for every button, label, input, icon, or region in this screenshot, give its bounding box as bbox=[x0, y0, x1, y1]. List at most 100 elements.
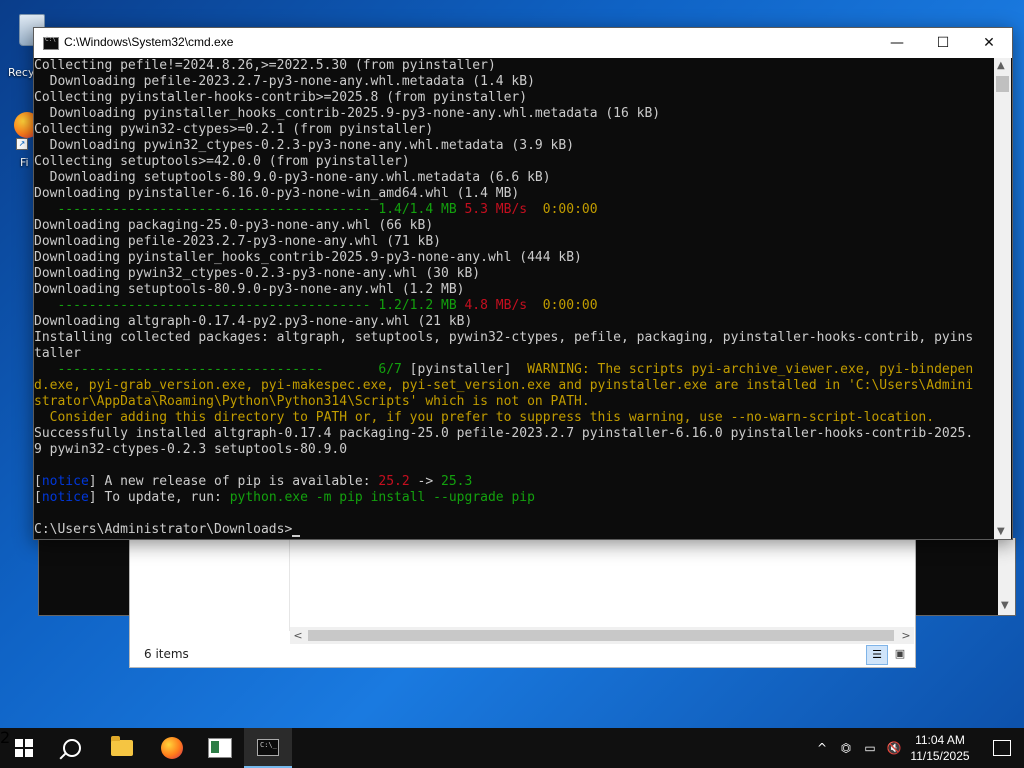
console-text: Downloading setuptools-80.9.0-py3-none-a… bbox=[34, 282, 465, 297]
window-title: C:\Windows\System32\cmd.exe bbox=[64, 35, 234, 49]
scroll-down-arrow-icon[interactable]: ▼ bbox=[1001, 600, 1009, 611]
windows-logo-icon bbox=[15, 739, 33, 757]
console-text: 25.2 bbox=[378, 474, 410, 489]
firefox-desktop-label: Fi bbox=[20, 156, 29, 169]
console-text: 4.8 MB/s bbox=[464, 298, 528, 313]
console-text: Downloading pyinstaller-6.16.0-py3-none-… bbox=[34, 186, 520, 201]
scroll-up-arrow-icon[interactable]: ▲ bbox=[997, 60, 1005, 71]
taskbar-app[interactable] bbox=[196, 728, 244, 768]
console-line: Downloading pyinstaller_hooks_contrib-20… bbox=[34, 250, 994, 266]
console-line: Downloading setuptools-80.9.0-py3-none-a… bbox=[34, 170, 994, 186]
console-line: Downloading altgraph-0.17.4-py2.py3-none… bbox=[34, 314, 994, 330]
console-text: C:\Users\Administrator\Downloads> bbox=[34, 522, 293, 537]
console-text: 5.3 MB/s bbox=[464, 202, 528, 217]
search-icon bbox=[63, 739, 81, 757]
taskbar-file-explorer[interactable] bbox=[98, 728, 146, 768]
console-text: ---------------------------------------- bbox=[34, 298, 379, 313]
item-count-status: 6 items bbox=[144, 647, 189, 661]
details-view-icon[interactable]: ☰ bbox=[866, 645, 888, 665]
console-line: ---------------------------------- 6/7 [… bbox=[34, 362, 994, 378]
console-text: Collecting pyinstaller-hooks-contrib>=20… bbox=[34, 90, 528, 105]
console-text: ---------------------------------- bbox=[34, 362, 379, 377]
console-line: Collecting pywin32-ctypes>=0.2.1 (from p… bbox=[34, 122, 994, 138]
console-text: notice bbox=[41, 490, 89, 505]
console-line: [notice] A new release of pip is availab… bbox=[34, 474, 994, 490]
close-button[interactable]: ✕ bbox=[966, 28, 1012, 58]
cmd-app-icon[interactable] bbox=[43, 36, 59, 50]
console-text: Downloading pywin32_ctypes-0.2.3-py3-non… bbox=[34, 266, 481, 281]
background-console-window-right: ▼ bbox=[914, 538, 1016, 616]
console-line: Downloading setuptools-80.9.0-py3-none-a… bbox=[34, 282, 994, 298]
console-text: 6/7 bbox=[378, 362, 402, 377]
cmd-icon: C:\_ bbox=[257, 738, 279, 756]
console-text: notice bbox=[41, 474, 89, 489]
console-text: [ bbox=[34, 490, 42, 505]
notification-icon bbox=[993, 740, 1011, 756]
console-text: Successfully installed altgraph-0.17.4 p… bbox=[34, 426, 974, 441]
minimize-button[interactable]: — bbox=[874, 28, 920, 58]
console-line: strator\AppData\Roaming\Python\Python314… bbox=[34, 394, 994, 410]
cmd-titlebar[interactable]: C:\Windows\System32\cmd.exe — ☐ ✕ bbox=[34, 28, 1012, 58]
console-line: Downloading pywin32_ctypes-0.2.3-py3-non… bbox=[34, 266, 994, 282]
volume-muted-icon[interactable]: 🔇 bbox=[884, 728, 904, 768]
action-center-button[interactable] bbox=[982, 728, 1022, 768]
console-line: Downloading pyinstaller-6.16.0-py3-none-… bbox=[34, 186, 994, 202]
console-text: Downloading pywin32_ctypes-0.2.3-py3-non… bbox=[34, 138, 575, 153]
console-text: 25.3 bbox=[441, 474, 473, 489]
console-text: python.exe -m pip install --upgrade pip bbox=[229, 490, 535, 505]
console-text: 1.4/1.4 MB bbox=[378, 202, 457, 217]
background-scrollbar[interactable]: ▼ bbox=[998, 538, 1015, 615]
background-console-window bbox=[38, 538, 130, 616]
navigation-pane bbox=[130, 539, 290, 631]
console-scroll-thumb[interactable] bbox=[996, 76, 1009, 92]
search-button[interactable] bbox=[48, 728, 96, 768]
clock[interactable]: 11:04 AM 11/15/2025 bbox=[906, 732, 974, 764]
console-text: Downloading pyinstaller_hooks_contrib-20… bbox=[34, 250, 582, 265]
console-line: Downloading pefile-2023.2.7-py3-none-any… bbox=[34, 74, 994, 90]
console-text: ] To update, run: bbox=[88, 490, 230, 505]
console-text: ] A new release of pip is available: bbox=[88, 474, 379, 489]
large-icons-view-icon[interactable]: ▣ bbox=[890, 645, 910, 663]
console-vertical-scrollbar[interactable]: ▲ ▼ bbox=[994, 58, 1011, 539]
taskbar-cmd[interactable]: C:\_ bbox=[244, 728, 292, 768]
scroll-left-button[interactable]: < bbox=[290, 627, 306, 644]
scroll-right-button[interactable]: > bbox=[898, 627, 914, 644]
taskbar: C:\_ ^ ⏣ ▭ 🔇 11:04 AM 11/15/2025 2 bbox=[0, 728, 1024, 768]
horizontal-scrollbar[interactable]: < > bbox=[290, 627, 914, 644]
firefox-icon bbox=[161, 737, 183, 759]
console-text: Collecting pywin32-ctypes>=0.2.1 (from p… bbox=[34, 122, 434, 137]
console-text: WARNING: The scripts pyi-archive_viewer.… bbox=[527, 362, 974, 377]
console-line: Consider adding this directory to PATH o… bbox=[34, 410, 994, 426]
console-line: Downloading pefile-2023.2.7-py3-none-any… bbox=[34, 234, 994, 250]
cmd-window: C:\Windows\System32\cmd.exe — ☐ ✕ Collec… bbox=[33, 27, 1013, 540]
console-text: 0:00:00 bbox=[542, 202, 598, 217]
console-text: ---------------------------------------- bbox=[34, 202, 379, 217]
folder-icon bbox=[111, 736, 133, 756]
console-line: [notice] To update, run: python.exe -m p… bbox=[34, 490, 994, 506]
console-text: Downloading altgraph-0.17.4-py2.py3-none… bbox=[34, 314, 473, 329]
scroll-down-arrow-icon[interactable]: ▼ bbox=[997, 526, 1005, 537]
recycle-bin-label: Recy bbox=[8, 66, 35, 79]
console-text: strator\AppData\Roaming\Python\Python314… bbox=[34, 394, 590, 409]
console-output[interactable]: Collecting pefile!=2024.8.26,>=2022.5.30… bbox=[34, 58, 994, 539]
console-line: ----------------------------------------… bbox=[34, 202, 994, 218]
app-icon bbox=[208, 738, 232, 758]
maximize-button[interactable]: ☐ bbox=[920, 28, 966, 58]
console-line: Collecting pefile!=2024.8.26,>=2022.5.30… bbox=[34, 58, 994, 74]
network-icon[interactable]: ▭ bbox=[860, 728, 880, 768]
console-line: Collecting pyinstaller-hooks-contrib>=20… bbox=[34, 90, 994, 106]
console-line: Installing collected packages: altgraph,… bbox=[34, 330, 994, 346]
console-line: 9 pywin32-ctypes-0.2.3 setuptools-80.9.0 bbox=[34, 442, 994, 458]
console-text: [ bbox=[34, 474, 42, 489]
console-text: 0:00:00 bbox=[542, 298, 598, 313]
console-text: 9 pywin32-ctypes-0.2.3 setuptools-80.9.0 bbox=[34, 442, 348, 457]
console-text: 1.2/1.2 MB bbox=[378, 298, 457, 313]
console-text: Downloading pyinstaller_hooks_contrib-20… bbox=[34, 106, 661, 121]
show-hidden-icons-button[interactable]: ^ bbox=[812, 728, 832, 768]
taskbar-firefox[interactable] bbox=[148, 728, 196, 768]
scroll-thumb[interactable] bbox=[308, 630, 894, 641]
device-icon[interactable]: ⏣ bbox=[836, 728, 856, 768]
start-button[interactable] bbox=[0, 728, 48, 768]
